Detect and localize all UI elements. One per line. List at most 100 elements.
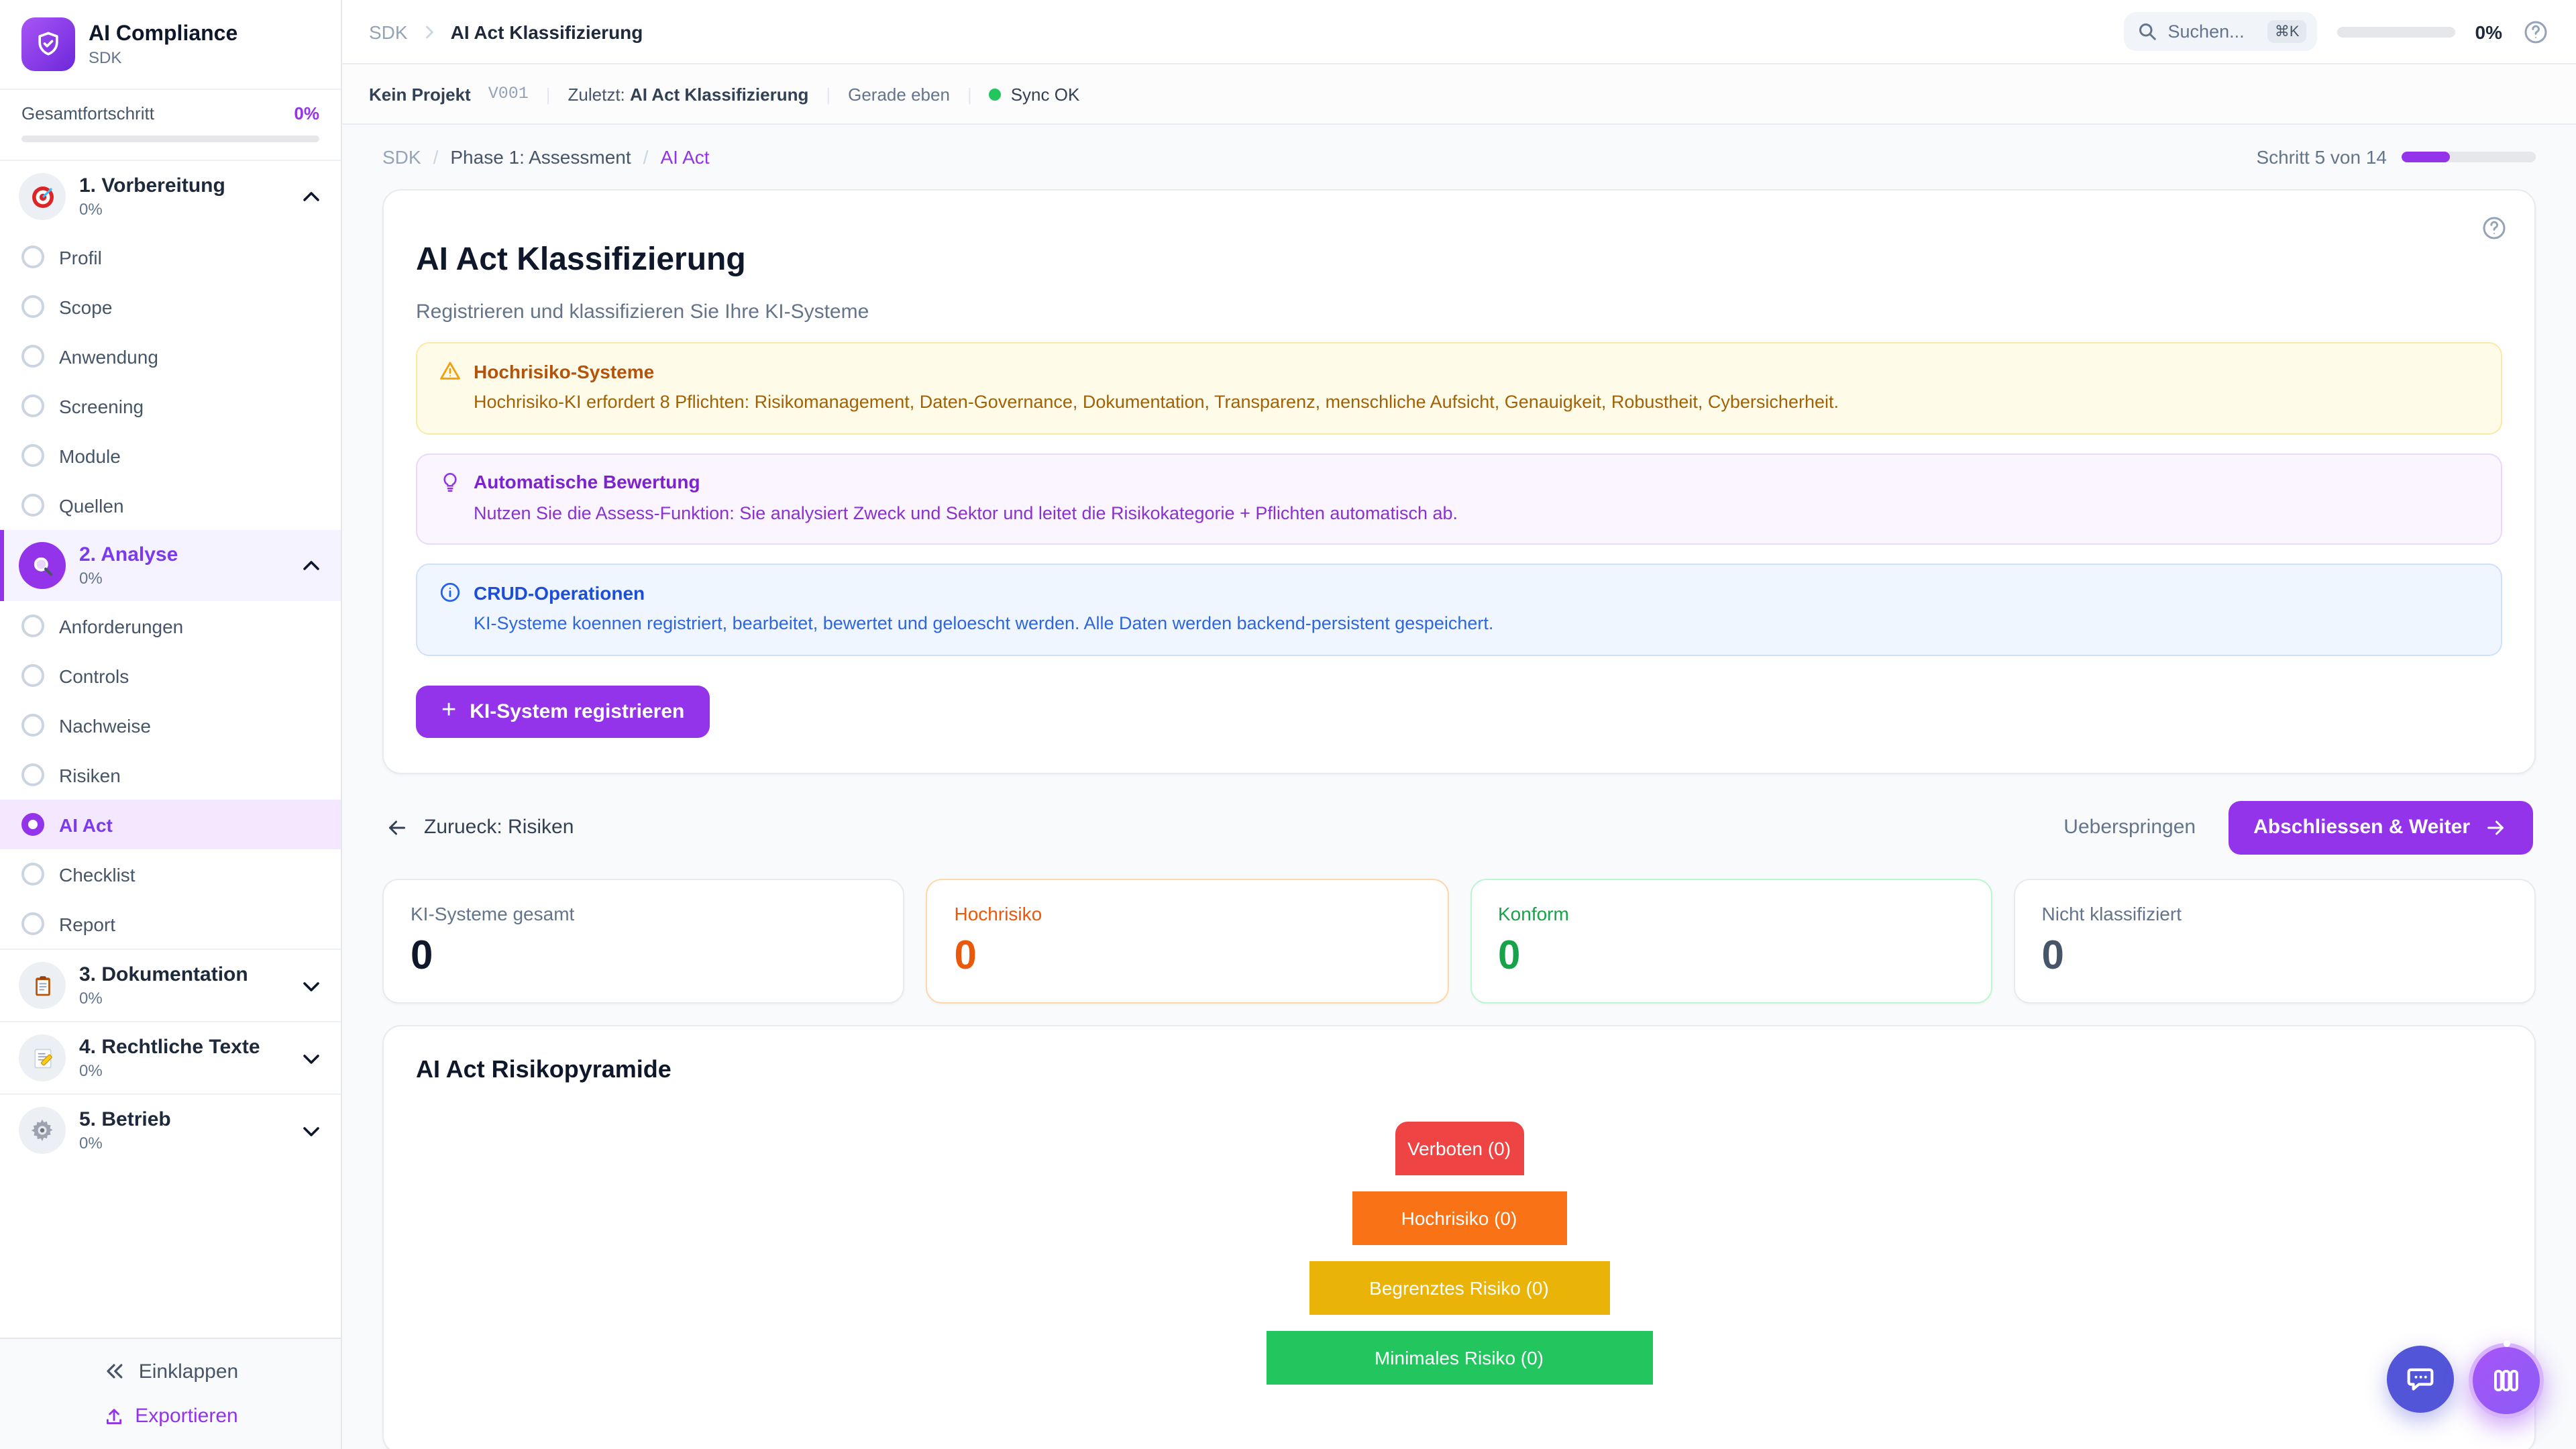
separator: / [643,146,649,168]
version-badge: V001 [488,85,529,103]
project-name: Kein Projekt [369,84,471,104]
alert-body: Nutzen Sie die Assess-Funktion: Sie anal… [439,500,2479,526]
clipboard-icon [19,962,66,1009]
sidebar-item-controls[interactable]: Controls [0,651,341,700]
export-button[interactable]: Exportieren [103,1405,237,1428]
search-placeholder: Suchen... [2168,21,2257,42]
alert-title: CRUD-Operationen [474,582,645,604]
breadcrumb-root[interactable]: SDK [369,21,408,42]
memo-pencil-icon [19,1034,66,1081]
collapse-sidebar-button[interactable]: Einklappen [103,1359,238,1383]
page-title: AI Act Klassifizierung [416,241,2502,279]
sidebar-item-profil[interactable]: Profil [0,232,341,282]
stat-label: Hochrisiko [955,903,1421,924]
app-title: AI Compliance [89,21,237,47]
alert-title: Hochrisiko-Systeme [474,360,654,382]
card-help-icon[interactable] [2481,215,2508,241]
sidebar-item-anforderungen[interactable]: Anforderungen [0,601,341,651]
radio-icon [21,494,44,517]
page-subtitle: Registrieren und klassifizieren Sie Ihre… [416,301,2502,323]
overall-progress-value: 0% [294,103,319,123]
radio-icon [21,664,44,687]
columns-fab-button[interactable] [2469,1343,2544,1418]
last-activity: Zuletzt: AI Act Klassifizierung [568,84,809,104]
section-title: 2. Analyse [79,543,178,568]
alert-crud-operationen: CRUD-Operationen KI-Systeme koennen regi… [416,564,2502,656]
sidebar-section-betrieb[interactable]: 5. Betrieb 0% [0,1095,341,1166]
radio-icon [21,614,44,637]
topbar-progress-value: 0% [2475,21,2502,42]
double-chevron-left-icon [103,1359,127,1383]
section-progress: 0% [79,989,248,1008]
sidebar-item-ai-act[interactable]: AI Act [0,800,341,849]
step-progress: Schritt 5 von 14 [2256,146,2536,168]
chevron-right-icon [420,22,439,41]
sidebar-item-nachweise[interactable]: Nachweise [0,700,341,750]
gear-icon [19,1107,66,1154]
sidebar-section-analyse[interactable]: 2. Analyse 0% [0,530,341,601]
status-bar: Kein Projekt V001 | Zuletzt: AI Act Klas… [342,64,2576,125]
back-button[interactable]: Zurueck: Risiken [385,816,574,840]
sidebar-item-anwendung[interactable]: Anwendung [0,331,341,381]
columns-icon [2490,1364,2522,1397]
sidebar-section-dokumentation[interactable]: 3. Dokumentation 0% [0,950,341,1021]
radio-selected-icon [21,813,44,836]
sidebar-item-report[interactable]: Report [0,899,341,949]
sidebar-item-quellen[interactable]: Quellen [0,480,341,530]
skip-button[interactable]: Ueberspringen [2063,816,2196,839]
last-value: AI Act Klassifizierung [630,84,808,104]
stat-card-gesamt: KI-Systeme gesamt 0 [382,879,905,1004]
pyramid-level-minimales-risiko: Minimales Risiko (0) [1266,1331,1652,1385]
register-ki-system-button[interactable]: + KI-System registrieren [416,686,710,738]
pyramid-level-verboten: Verboten (0) [1395,1122,1523,1175]
radio-icon [21,863,44,885]
warning-triangle-icon [439,360,462,382]
sidebar-item-screening[interactable]: Screening [0,381,341,431]
finish-and-next-button[interactable]: Abschliessen & Weiter [2228,801,2533,855]
sidebar-section-vorbereitung[interactable]: 1. Vorbereitung 0% [0,161,341,232]
sidebar-item-risiken[interactable]: Risiken [0,750,341,800]
collapse-label: Einklappen [139,1360,238,1383]
sidebar-item-label: Report [59,913,115,934]
help-icon[interactable] [2522,18,2549,45]
phase-crumb-phase[interactable]: Phase 1: Assessment [450,146,631,168]
app-window: AI Compliance SDK Gesamtfortschritt 0% 1… [0,0,2576,1449]
pyramid-level-begrenztes-risiko: Begrenztes Risiko (0) [1309,1261,1609,1315]
register-label: KI-System registrieren [470,700,684,723]
stat-card-nicht-klassifiziert: Nicht klassifiziert 0 [2014,879,2536,1004]
info-circle-icon [439,582,462,604]
sidebar-item-scope[interactable]: Scope [0,282,341,331]
divider: | [546,84,551,104]
breadcrumb: SDK AI Act Klassifizierung [369,21,643,42]
chat-fab-button[interactable] [2387,1346,2454,1413]
stat-card-hochrisiko: Hochrisiko 0 [926,879,1449,1004]
search-input[interactable]: Suchen... ⌘K [2124,12,2317,51]
divider: | [967,84,972,104]
overall-progress-label: Gesamtfortschritt [21,103,154,123]
sidebar-item-checklist[interactable]: Checklist [0,849,341,899]
phase-crumb-current: AI Act [660,146,709,168]
chevron-down-icon [301,1120,322,1141]
sidebar-item-label: Anforderungen [59,615,183,637]
stat-label: Konform [1498,903,1964,924]
sidebar-item-label: Quellen [59,494,124,516]
sidebar-item-label: Checklist [59,863,136,885]
upload-icon [103,1405,124,1427]
chevron-up-icon [301,186,322,207]
section-progress: 0% [79,1061,260,1080]
app-logo [21,17,75,71]
sidebar-nav: 1. Vorbereitung 0% Profil Scope Anwendun… [0,161,341,1338]
sidebar-item-module[interactable]: Module [0,431,341,480]
sync-label: Sync OK [1011,84,1080,104]
main-area: SDK AI Act Klassifizierung Suchen... ⌘K [342,0,2576,1449]
phase-crumb-root[interactable]: SDK [382,146,421,168]
chevron-down-icon [301,1047,322,1069]
sidebar-section-rechtliche-texte[interactable]: 4. Rechtliche Texte 0% [0,1022,341,1093]
lightbulb-icon [439,470,462,493]
section-progress: 0% [79,200,225,219]
last-saved-time: Gerade eben [848,84,950,104]
sidebar-item-label: Module [59,445,121,466]
radio-icon [21,912,44,935]
radio-icon [21,714,44,737]
arrow-right-icon [2483,816,2508,840]
